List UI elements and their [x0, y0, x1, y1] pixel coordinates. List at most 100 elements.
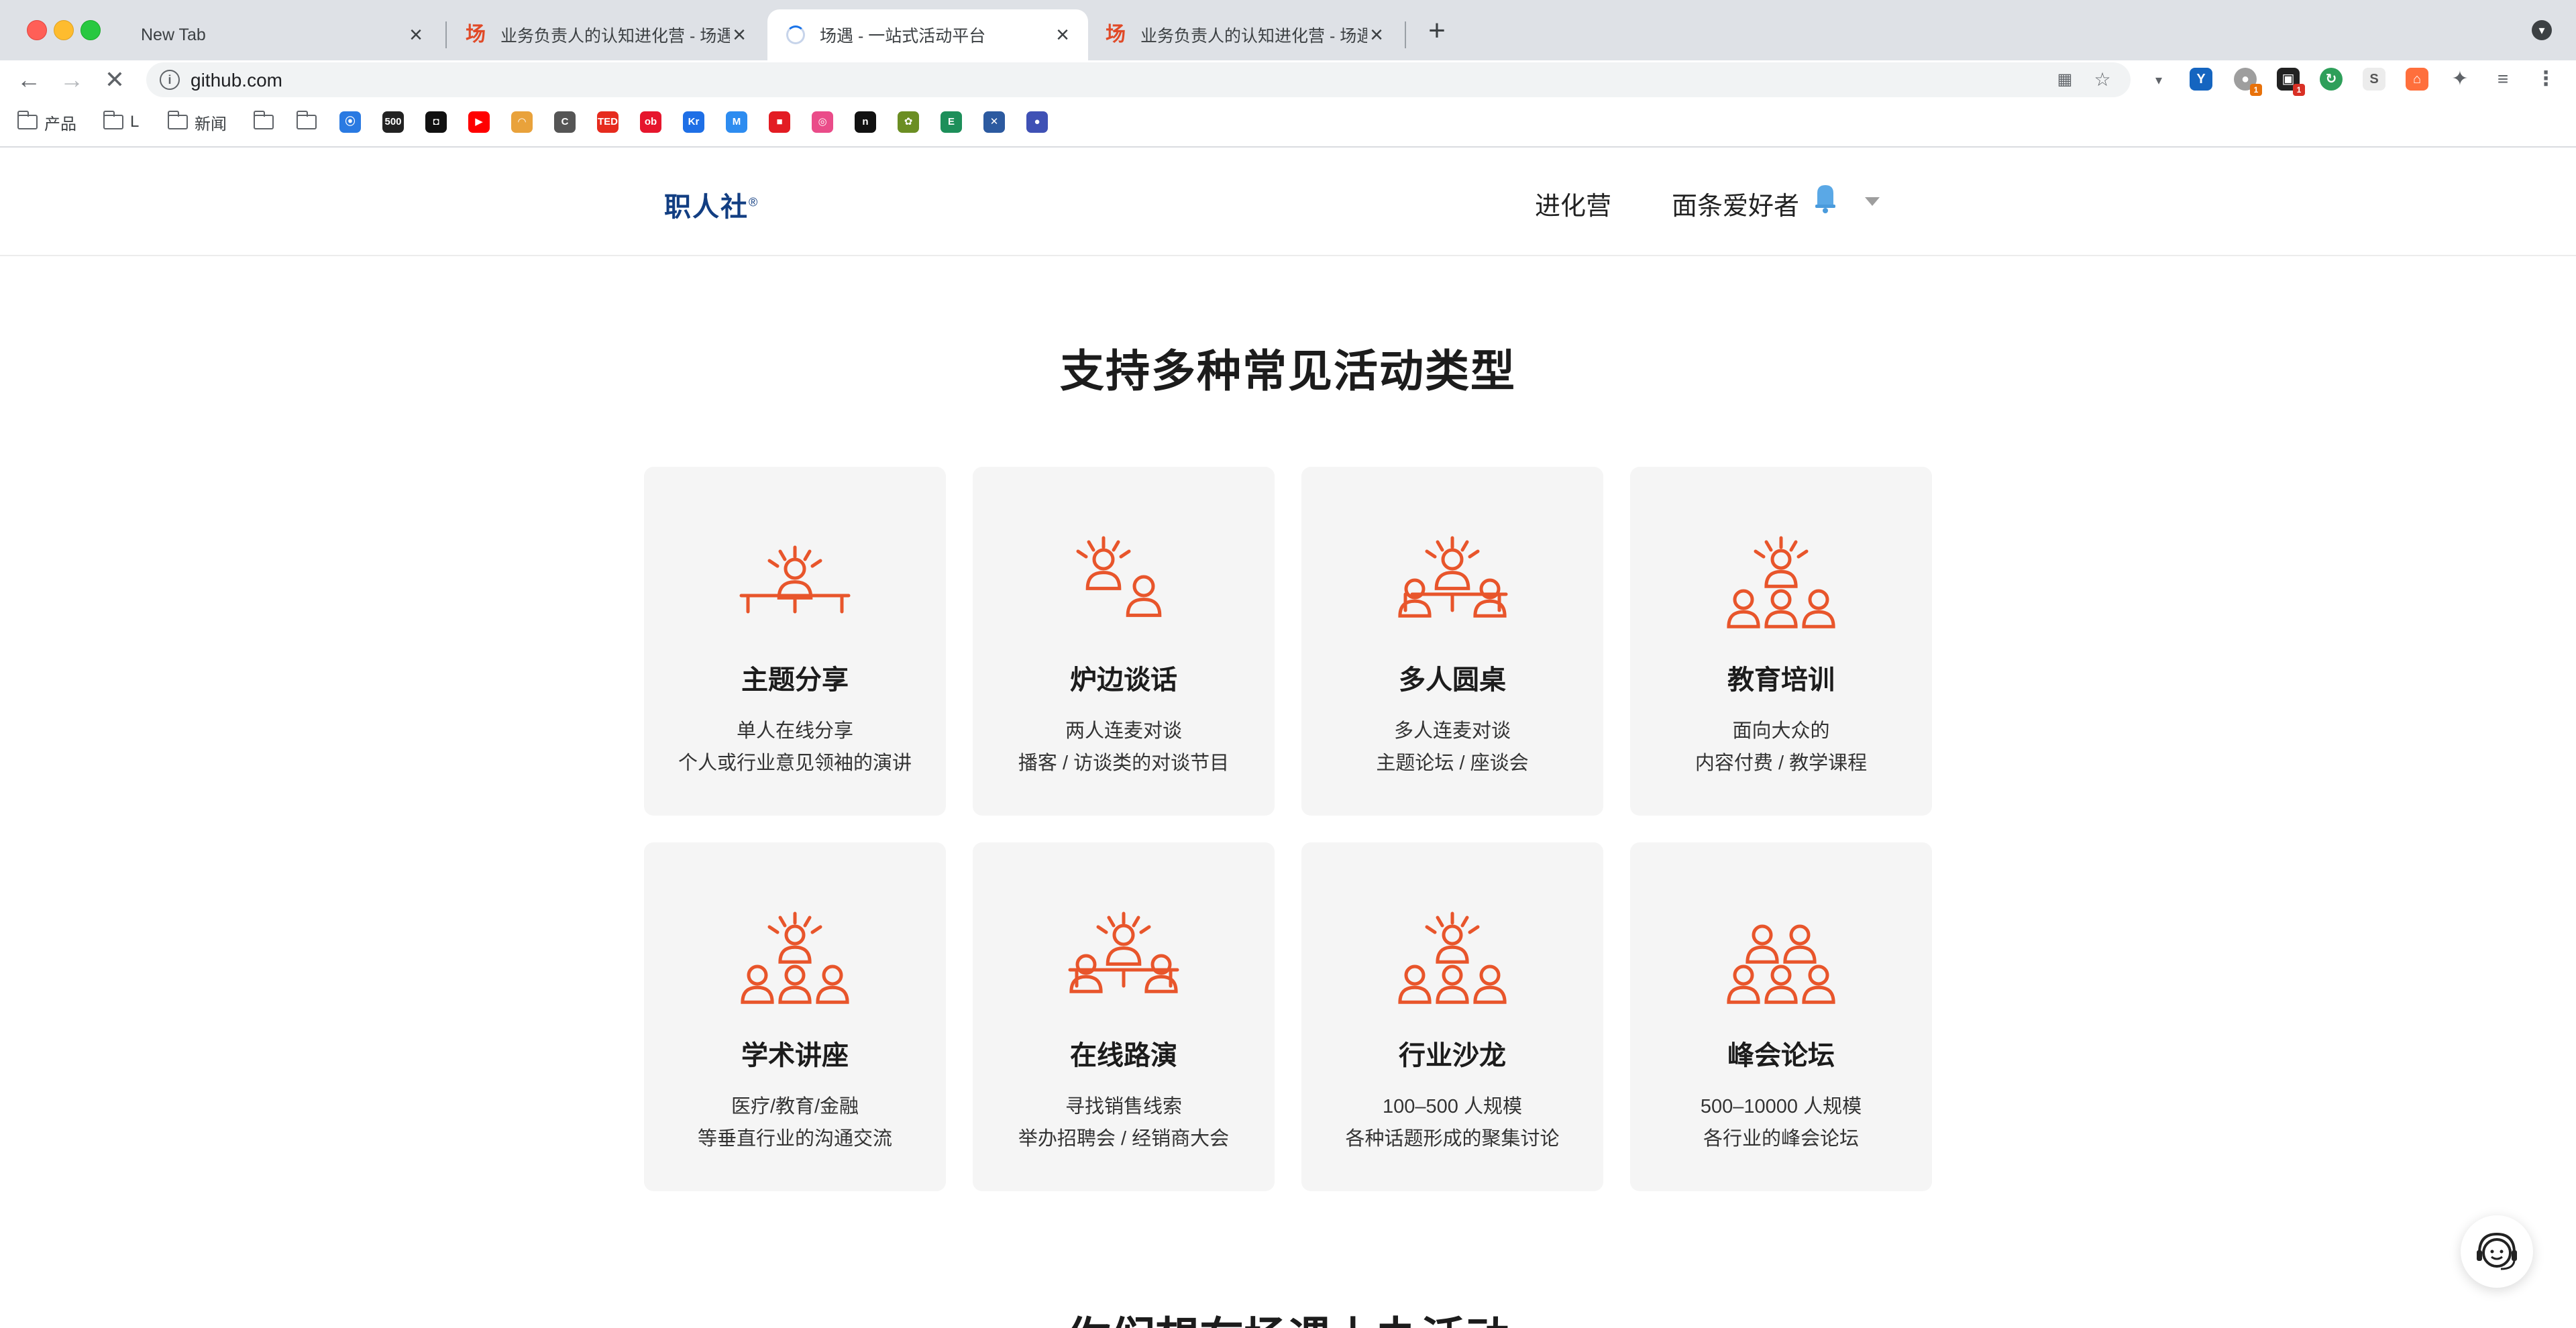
bookmark-folder-unnamed-1[interactable] — [254, 110, 280, 134]
tab-title: 场遇 - 一站式活动平台 — [820, 27, 986, 46]
activity-card[interactable]: 教育培训 面向大众的 内容付费 / 教学课程 — [1630, 467, 1932, 816]
tab-cognitive-camp-2[interactable]: 场 业务负责人的认知进化营 - 场遇 × — [1091, 9, 1402, 60]
new-tab-plus-icon[interactable]: + — [1422, 16, 1452, 46]
extensions-puzzle-icon[interactable]: ✦ — [2449, 68, 2471, 91]
activity-card-title: 多人圆桌 — [1399, 665, 1506, 695]
activity-card-desc-line2: 各种话题形成的聚集讨论 — [1345, 1128, 1560, 1150]
site-info-icon[interactable]: i — [160, 70, 180, 90]
activity-card[interactable]: 峰会论坛 500–10000 人规模 各行业的峰会论坛 — [1630, 842, 1932, 1191]
activity-card-desc-line1: 两人连麦对谈 — [1065, 720, 1182, 742]
qr-code-icon[interactable]: ▦ — [2054, 69, 2076, 91]
ext-grid-icon[interactable]: ▣ 1 — [2277, 68, 2305, 96]
activity-card[interactable]: 主题分享 单人在线分享 个人或行业意见领袖的演讲 — [644, 467, 946, 816]
activity-card[interactable]: 多人圆桌 多人连麦对谈 主题论坛 / 座谈会 — [1301, 467, 1603, 816]
tab-changyu-platform[interactable]: 场遇 - 一站式活动平台 × — [767, 9, 1088, 60]
bm-ted-icon[interactable]: TED — [597, 111, 619, 133]
activity-card[interactable]: 行业沙龙 100–500 人规模 各种话题形成的聚集讨论 — [1301, 842, 1603, 1191]
bm-youtube-icon[interactable]: ▶ — [468, 111, 490, 133]
bm-red-book-icon[interactable]: ■ — [769, 111, 790, 133]
tab-new-tab[interactable]: New Tab × — [121, 9, 441, 60]
bm-dribbble-icon[interactable]: ◎ — [812, 111, 833, 133]
bm-bank-icon[interactable]: ⦿ — [339, 111, 361, 133]
tab-close-icon[interactable]: × — [407, 23, 425, 46]
ext-refresh-icon[interactable]: ↻ — [2320, 68, 2343, 91]
window-maximize-button[interactable] — [80, 20, 101, 40]
folder-icon — [297, 111, 317, 129]
window-minimize-button[interactable] — [54, 20, 74, 40]
bookmark-star-icon[interactable]: ☆ — [2092, 69, 2113, 91]
activity-type-icon — [739, 545, 851, 614]
ext-s-icon[interactable]: S — [2363, 68, 2385, 91]
activity-card-desc-line2: 播客 / 访谈类的对谈节目 — [1018, 753, 1230, 774]
tab-close-icon[interactable]: × — [1053, 23, 1072, 46]
back-arrow-icon[interactable]: ← — [13, 64, 44, 95]
user-menu-caret-icon[interactable] — [1865, 197, 1880, 206]
loading-spinner-icon — [786, 25, 805, 44]
bookmark-folder-l[interactable]: L — [103, 110, 139, 134]
notification-bell-icon[interactable] — [1814, 182, 1837, 213]
tab-close-icon[interactable]: × — [1367, 23, 1386, 46]
activity-card-desc-line1: 医疗/教育/金融 — [731, 1096, 859, 1117]
bm-36kr-icon[interactable]: Kr — [683, 111, 704, 133]
activity-card-desc-line2: 举办招聘会 / 经销商大会 — [1018, 1128, 1230, 1150]
activity-type-icon — [1398, 911, 1507, 1004]
bm-500px-icon[interactable]: 500 — [382, 111, 404, 133]
activity-card-desc-line1: 单人在线分享 — [736, 720, 853, 742]
activity-card-title: 主题分享 — [741, 665, 849, 695]
nav-user-name[interactable]: 面条爱好者 — [1672, 185, 1799, 222]
tab-title: New Tab — [141, 25, 206, 44]
more-menu-icon[interactable]: ⋮ — [2534, 68, 2557, 91]
bookmark-folder-unnamed-2[interactable] — [297, 110, 323, 134]
activity-card-desc-line2: 等垂直行业的沟通交流 — [697, 1128, 892, 1150]
activity-card-desc-line2: 主题论坛 / 座谈会 — [1376, 753, 1529, 774]
activity-card-desc-line1: 寻找销售线索 — [1065, 1096, 1182, 1117]
tab-search-chevron-icon[interactable]: ▾ — [2532, 20, 2552, 40]
activity-card-desc-line1: 面向大众的 — [1732, 720, 1830, 742]
tab-cognitive-camp-1[interactable]: 场 业务负责人的认知进化营 - 场遇 × — [449, 9, 765, 60]
nav-evolution-camp[interactable]: 进化营 — [1535, 185, 1611, 222]
bm-weibo-icon[interactable]: ob — [640, 111, 661, 133]
bm-oculus-icon[interactable]: ◘ — [425, 111, 447, 133]
media-queue-icon[interactable]: ≡ — [2491, 68, 2514, 91]
bm-notion-icon[interactable]: n — [855, 111, 876, 133]
bm-circle-icon[interactable]: ● — [1026, 111, 1048, 133]
ext-vue-icon[interactable]: Y — [2190, 68, 2212, 91]
bm-leaf-icon[interactable]: ✿ — [898, 111, 919, 133]
profile-dropdown-icon[interactable]: ▾ — [2148, 70, 2169, 91]
next-section-title: 你们想在场遇上办活动 — [0, 1308, 2576, 1328]
activity-card-desc-line1: 多人连麦对谈 — [1393, 720, 1511, 742]
folder-icon — [254, 111, 274, 129]
site-logo[interactable]: 职人社® — [664, 185, 759, 224]
activity-card-title: 在线路演 — [1070, 1041, 1177, 1070]
headset-support-icon — [2477, 1232, 2517, 1270]
address-bar[interactable]: i github.com ▦ ☆ — [146, 62, 2131, 97]
tab-separator — [445, 21, 447, 48]
bm-rainbow-icon[interactable]: ◠ — [511, 111, 533, 133]
site-header: 职人社® 进化营 面条爱好者 — [0, 148, 2576, 256]
bm-excel-icon[interactable]: E — [941, 111, 962, 133]
browser-tab-bar: New Tab × 场 业务负责人的认知进化营 - 场遇 × 场遇 - 一站式活… — [0, 0, 2576, 60]
activity-card[interactable]: 学术讲座 医疗/教育/金融 等垂直行业的沟通交流 — [644, 842, 946, 1191]
ext-home-icon[interactable]: ⌂ — [2406, 68, 2428, 91]
activity-card[interactable]: 在线路演 寻找销售线索 举办招聘会 / 经销商大会 — [973, 842, 1275, 1191]
activity-card-desc-line2: 内容付费 / 教学课程 — [1695, 753, 1868, 774]
bookmark-folder-news[interactable]: 新闻 — [168, 110, 227, 134]
tab-title: 业务负责人的认知进化营 - 场遇 — [500, 27, 730, 46]
activity-card-title: 炉边谈话 — [1070, 665, 1177, 695]
activity-card[interactable]: 炉边谈话 两人连麦对谈 播客 / 访谈类的对谈节目 — [973, 467, 1275, 816]
changyu-favicon-icon: 场 — [1106, 23, 1126, 46]
forward-arrow-icon[interactable]: → — [56, 64, 87, 95]
bm-x-icon[interactable]: ✕ — [983, 111, 1005, 133]
window-close-button[interactable] — [27, 20, 47, 40]
bm-csdn-icon[interactable]: C — [554, 111, 576, 133]
activity-card-desc-line2: 个人或行业意见领袖的演讲 — [678, 753, 912, 774]
bookmark-folder-products[interactable]: 产品 — [17, 110, 76, 134]
address-url[interactable]: github.com — [191, 70, 282, 91]
bm-huaban-icon[interactable]: M — [726, 111, 747, 133]
customer-support-button[interactable] — [2461, 1215, 2533, 1288]
tab-close-icon[interactable]: × — [730, 23, 749, 46]
changyu-favicon-icon: 场 — [466, 23, 486, 46]
ext-gray-circle-icon[interactable]: ● 1 — [2234, 68, 2262, 96]
activity-type-icon — [1727, 924, 1835, 1004]
stop-loading-x-icon[interactable]: ✕ — [99, 64, 130, 95]
